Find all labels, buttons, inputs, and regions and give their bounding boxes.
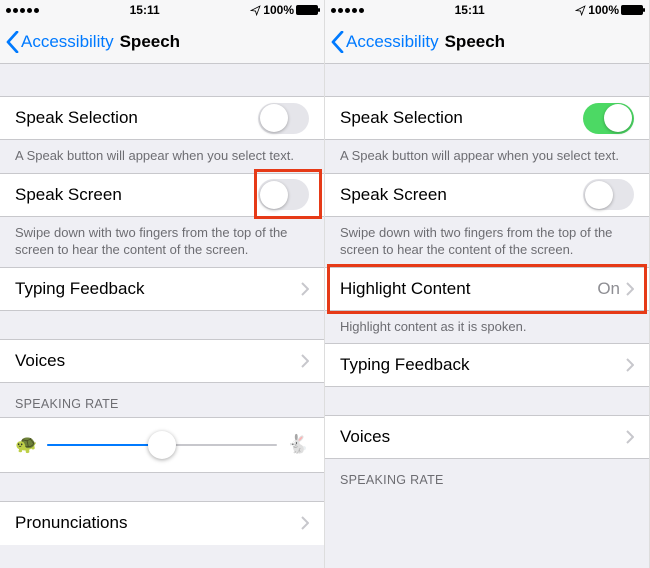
screen-left: 15:11 100% Accessibility Speech Speak Se…	[0, 0, 325, 568]
speak-screen-row[interactable]: Speak Screen	[0, 173, 324, 217]
speak-screen-toggle[interactable]	[583, 179, 634, 210]
settings-list: Speak Selection A Speak button will appe…	[0, 64, 324, 568]
speak-selection-toggle[interactable]	[583, 103, 634, 134]
nav-bar: Accessibility Speech	[325, 20, 649, 64]
voices-label: Voices	[340, 427, 626, 447]
battery-pct: 100%	[588, 3, 619, 17]
typing-feedback-row[interactable]: Typing Feedback	[325, 343, 649, 387]
highlight-content-row[interactable]: Highlight Content On	[325, 267, 649, 311]
page-title: Speech	[445, 32, 505, 52]
speak-selection-row[interactable]: Speak Selection	[0, 96, 324, 140]
status-time: 15:11	[364, 3, 575, 17]
screen-right: 15:11 100% Accessibility Speech Speak Se…	[325, 0, 650, 568]
highlight-content-label: Highlight Content	[340, 279, 597, 299]
settings-list: Speak Selection A Speak button will appe…	[325, 64, 649, 568]
back-button[interactable]: Accessibility	[331, 31, 439, 53]
speaking-rate-header: SPEAKING RATE	[325, 459, 649, 493]
page-title: Speech	[120, 32, 180, 52]
battery-icon	[621, 5, 643, 15]
speak-selection-footer: A Speak button will appear when you sele…	[325, 140, 649, 173]
speaking-rate-slider-row: 🐢 🐇	[0, 417, 324, 473]
speak-selection-label: Speak Selection	[340, 108, 583, 128]
nav-bar: Accessibility Speech	[0, 20, 324, 64]
pronunciations-row[interactable]: Pronunciations	[0, 501, 324, 545]
battery-icon	[296, 5, 318, 15]
status-time: 15:11	[39, 3, 250, 17]
location-icon	[250, 5, 261, 16]
chevron-right-icon	[301, 354, 309, 368]
typing-feedback-label: Typing Feedback	[15, 279, 301, 299]
chevron-right-icon	[626, 430, 634, 444]
speak-screen-footer: Swipe down with two fingers from the top…	[325, 217, 649, 267]
typing-feedback-row[interactable]: Typing Feedback	[0, 267, 324, 311]
back-label: Accessibility	[21, 32, 114, 52]
location-icon	[575, 5, 586, 16]
speaking-rate-slider[interactable]	[47, 444, 276, 446]
chevron-right-icon	[626, 358, 634, 372]
chevron-right-icon	[301, 282, 309, 296]
speak-screen-label: Speak Screen	[15, 185, 258, 205]
typing-feedback-label: Typing Feedback	[340, 355, 626, 375]
back-label: Accessibility	[346, 32, 439, 52]
back-button[interactable]: Accessibility	[6, 31, 114, 53]
highlight-content-footer: Highlight content as it is spoken.	[325, 311, 649, 344]
status-bar: 15:11 100%	[0, 0, 324, 20]
voices-label: Voices	[15, 351, 301, 371]
speak-selection-row[interactable]: Speak Selection	[325, 96, 649, 140]
battery-pct: 100%	[263, 3, 294, 17]
speaking-rate-header: SPEAKING RATE	[0, 383, 324, 417]
turtle-icon: 🐢	[15, 434, 37, 455]
voices-row[interactable]: Voices	[0, 339, 324, 383]
speak-screen-toggle[interactable]	[258, 179, 309, 210]
speak-screen-footer: Swipe down with two fingers from the top…	[0, 217, 324, 267]
signal-dots-icon	[331, 8, 364, 13]
status-bar: 15:11 100%	[325, 0, 649, 20]
chevron-left-icon	[331, 31, 344, 53]
highlight-content-value: On	[597, 279, 620, 299]
signal-dots-icon	[6, 8, 39, 13]
chevron-left-icon	[6, 31, 19, 53]
pronunciations-label: Pronunciations	[15, 513, 301, 533]
speak-selection-footer: A Speak button will appear when you sele…	[0, 140, 324, 173]
rabbit-icon: 🐇	[287, 434, 309, 455]
chevron-right-icon	[626, 282, 634, 296]
speak-selection-label: Speak Selection	[15, 108, 258, 128]
chevron-right-icon	[301, 516, 309, 530]
speak-selection-toggle[interactable]	[258, 103, 309, 134]
speak-screen-label: Speak Screen	[340, 185, 583, 205]
speak-screen-row[interactable]: Speak Screen	[325, 173, 649, 217]
voices-row[interactable]: Voices	[325, 415, 649, 459]
